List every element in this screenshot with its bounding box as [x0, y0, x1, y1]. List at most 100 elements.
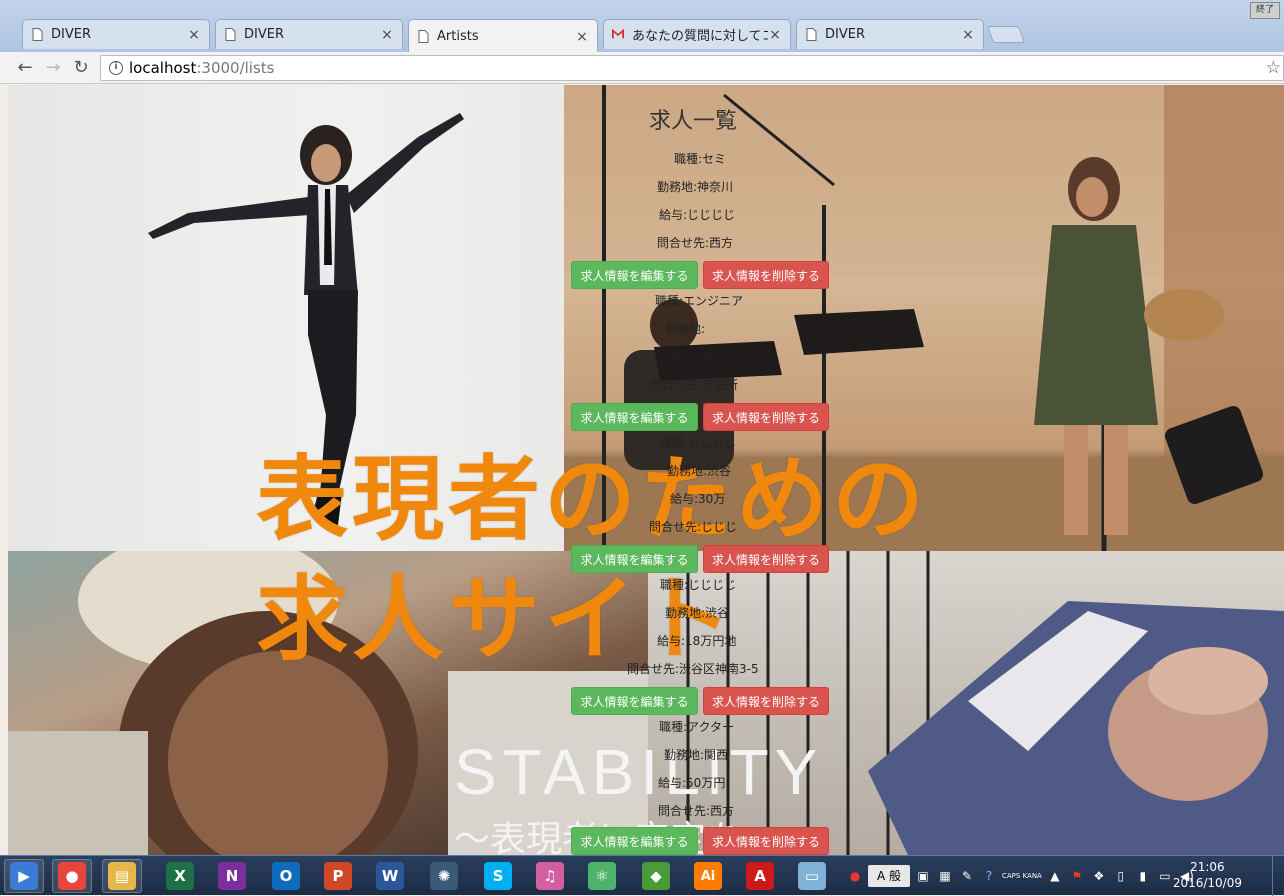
edit-job-button[interactable]: 求人情報を編集する	[571, 261, 698, 289]
illustrator-icon[interactable]: Ai	[688, 859, 728, 893]
device-icon[interactable]: ▯	[1112, 867, 1130, 885]
tab-diver-3[interactable]: DIVER ×	[796, 19, 984, 49]
info-icon[interactable]: i	[109, 61, 123, 75]
job-contact: 問合せ先:渋谷区神南3-5	[627, 662, 759, 676]
edit-job-button[interactable]: 求人情報を編集する	[571, 827, 698, 855]
tab-gmail[interactable]: あなたの質問に対してコ ×	[603, 19, 791, 49]
job-location: 勤務地:渋谷	[667, 464, 732, 478]
file-explorer-icon[interactable]: ▤	[102, 859, 142, 893]
tab-title: DIVER	[51, 27, 91, 42]
git-icon-glyph: ◆	[642, 862, 670, 890]
network-icon[interactable]: ▮	[1134, 867, 1152, 885]
ime-settings-icon[interactable]: ✎	[958, 867, 976, 885]
tab-diver-2[interactable]: DIVER ×	[215, 19, 403, 49]
battery-icon[interactable]: ▭	[1156, 867, 1174, 885]
ime-dictionary-icon[interactable]: ▦	[936, 867, 954, 885]
media-player-icon-glyph: ▶	[10, 862, 38, 890]
delete-job-button[interactable]: 求人情報を削除する	[703, 827, 829, 855]
show-hidden-icons[interactable]: ▲	[1046, 867, 1064, 885]
edit-job-button[interactable]: 求人情報を編集する	[571, 403, 698, 431]
job-salary: 給与:30万	[670, 492, 726, 506]
caps-kana-indicator: CAPS KANA	[1002, 871, 1042, 880]
sourcetree-icon[interactable]: ✺	[424, 859, 464, 893]
acrobat-icon-glyph: A	[746, 862, 774, 890]
close-icon[interactable]: ×	[575, 29, 589, 45]
notification-icon[interactable]: ●	[846, 867, 864, 885]
reload-icon[interactable]: ↻	[70, 57, 92, 79]
notepad-icon[interactable]: ▭	[792, 859, 832, 893]
itunes-icon[interactable]: ♫	[530, 859, 570, 893]
tab-title: DIVER	[825, 27, 865, 42]
delete-job-button[interactable]: 求人情報を削除する	[703, 261, 829, 289]
url-path: :3000/lists	[196, 59, 275, 77]
window-close-button[interactable]: 終了	[1250, 2, 1280, 19]
delete-job-button[interactable]: 求人情報を削除する	[703, 687, 829, 715]
itunes-icon-glyph: ♫	[536, 862, 564, 890]
gmail-icon	[612, 28, 624, 42]
job-salary: 給与:20万	[668, 350, 724, 364]
job-type: 職種:じじじじ	[660, 578, 737, 592]
powerpoint-icon[interactable]: P	[318, 859, 358, 893]
skype-icon-glyph: S	[484, 862, 512, 890]
tab-artists[interactable]: Artists ×	[408, 19, 598, 53]
media-player-icon[interactable]: ▶	[4, 859, 44, 893]
job-location: 勤務地:関西	[664, 748, 729, 762]
skype-icon[interactable]: S	[478, 859, 518, 893]
back-arrow-icon[interactable]: ←	[14, 57, 36, 79]
git-icon[interactable]: ◆	[636, 859, 676, 893]
action-center-flag-icon[interactable]: ⚑	[1068, 867, 1086, 885]
job-type: 職種:アクター	[659, 720, 734, 734]
job-location: 勤務地:渋谷	[665, 606, 730, 620]
job-salary: 給与:50万円	[658, 776, 726, 790]
ime-indicator[interactable]: A 般	[868, 865, 910, 887]
outlook-icon[interactable]: O	[266, 859, 306, 893]
page-title: 求人一覧	[649, 109, 738, 134]
close-icon[interactable]: ×	[380, 27, 394, 43]
excel-icon[interactable]: X	[160, 859, 200, 893]
delete-job-button[interactable]: 求人情報を削除する	[703, 403, 829, 431]
browser-toolbar: ← → ↻ i localhost:3000/lists ☆	[0, 52, 1284, 84]
job-location: 勤務地:神奈川	[657, 180, 734, 194]
tab-diver-1[interactable]: DIVER ×	[22, 19, 210, 49]
system-tray: ● A 般 ▣ ▦ ✎ ? CAPS KANA ▲ ⚑ ❖ ▯ ▮ ▭ ◀)	[846, 860, 1196, 892]
close-icon[interactable]: ×	[768, 27, 782, 43]
edit-job-button[interactable]: 求人情報を編集する	[571, 545, 698, 573]
new-tab-button[interactable]	[986, 26, 1026, 43]
acrobat-icon[interactable]: A	[740, 859, 780, 893]
job-contact: 問合せ先:市役所	[650, 378, 739, 392]
word-icon[interactable]: W	[370, 859, 410, 893]
chrome-icon-glyph: ●	[58, 862, 86, 890]
page-icon	[805, 28, 817, 42]
ime-tool-icon[interactable]: ▣	[914, 867, 932, 885]
dropbox-icon[interactable]: ❖	[1090, 867, 1108, 885]
delete-job-button[interactable]: 求人情報を削除する	[703, 545, 829, 573]
help-icon[interactable]: ?	[980, 867, 998, 885]
url-host: localhost	[129, 59, 197, 77]
word-icon-glyph: W	[376, 862, 404, 890]
job-type: 職種:セミ	[674, 152, 727, 166]
page-icon	[31, 28, 43, 42]
sourcetree-icon-glyph: ✺	[430, 862, 458, 890]
job-type: 職種:じじじじ	[660, 436, 737, 450]
job-salary: 給与:じじじじ	[659, 208, 736, 222]
clock-time: 21:06	[1190, 860, 1225, 874]
clock-date: 2016/10/09	[1172, 876, 1242, 890]
job-salary: 給与:18万円地	[657, 634, 737, 648]
tab-title: DIVER	[244, 27, 284, 42]
forward-arrow-icon[interactable]: →	[42, 57, 64, 79]
clock[interactable]: 21:06 2016/10/09	[1173, 859, 1242, 891]
file-explorer-icon-glyph: ▤	[108, 862, 136, 890]
job-contact: 問合せ先:じじじ	[649, 520, 738, 534]
close-icon[interactable]: ×	[961, 27, 975, 43]
powerpoint-icon-glyph: P	[324, 862, 352, 890]
onenote-icon[interactable]: N	[212, 859, 252, 893]
atom-icon[interactable]: ⚛	[582, 859, 622, 893]
edit-job-button[interactable]: 求人情報を編集する	[571, 687, 698, 715]
show-desktop-button[interactable]	[1272, 856, 1284, 896]
close-icon[interactable]: ×	[187, 27, 201, 43]
job-type: 職種:エンジニア	[655, 294, 744, 308]
bookmark-star-icon[interactable]: ☆	[1266, 56, 1281, 80]
chrome-icon[interactable]: ●	[52, 859, 92, 893]
onenote-icon-glyph: N	[218, 862, 246, 890]
address-bar[interactable]: i localhost:3000/lists ☆	[100, 55, 1284, 81]
